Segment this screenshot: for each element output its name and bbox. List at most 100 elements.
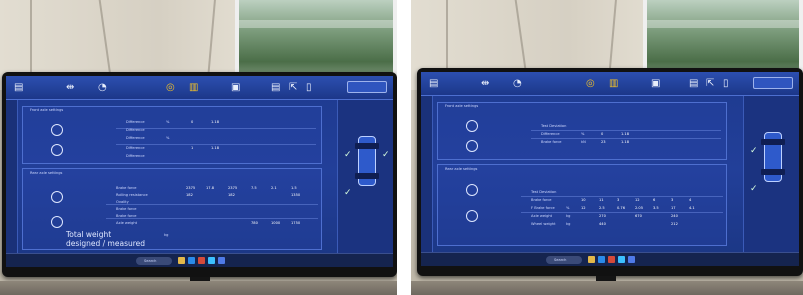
row-label: F Brake force <box>531 206 555 210</box>
table <box>0 281 397 295</box>
unit: % <box>166 120 170 124</box>
wheel-icon <box>51 124 63 136</box>
unit: kg <box>566 222 571 226</box>
roller-icon[interactable]: ▥ <box>609 78 618 90</box>
section-title: Front axle settings <box>30 108 64 112</box>
wheel-icon <box>466 210 478 222</box>
delete-icon[interactable]: ▯ <box>306 82 312 94</box>
app-icon[interactable] <box>218 257 225 264</box>
row-label: Brake force <box>116 186 137 190</box>
app-icon[interactable] <box>608 256 615 263</box>
axle-icon[interactable]: ⇹ <box>66 82 74 94</box>
taskbar: Search <box>421 252 799 266</box>
photo-left: ▤ ⇹ ◔ ◎ ▥ ▣ ▤ ⇱ ▯ Front axle settings Di… <box>0 0 397 295</box>
front-axle-panel <box>437 102 727 160</box>
export-icon[interactable]: ⇱ <box>706 78 714 90</box>
value: 1.18 <box>621 132 630 136</box>
brand-badge[interactable]: ▤ <box>429 78 438 90</box>
side-strip <box>6 100 18 253</box>
divider <box>531 130 721 131</box>
value: 1750 <box>291 221 301 225</box>
app-icon[interactable] <box>628 256 635 263</box>
edge-icon[interactable] <box>598 256 605 263</box>
report-icon[interactable]: ▤ <box>689 78 698 90</box>
value: 0 <box>601 132 604 136</box>
row-label: Difference <box>126 120 145 124</box>
edge-icon[interactable] <box>188 257 195 264</box>
value: 17 <box>671 206 676 210</box>
section-title: Rear axle settings <box>30 171 63 175</box>
value: 3 <box>671 198 674 202</box>
value: 1000 <box>271 221 281 225</box>
taskbar-search[interactable]: Search <box>546 256 582 264</box>
value: 4.1 <box>689 206 695 210</box>
wheel-icon <box>466 120 478 132</box>
printer-icon[interactable]: ▣ <box>651 78 660 90</box>
brake-test-icon[interactable]: ◎ <box>586 78 595 90</box>
divider <box>531 138 721 139</box>
value: 1 <box>191 146 194 150</box>
total-weight-label: Total weight designed / measured <box>66 230 146 248</box>
gauge-icon[interactable]: ◔ <box>513 78 522 90</box>
check-icon: ✓ <box>750 146 758 156</box>
gauge-icon[interactable]: ◔ <box>98 82 107 94</box>
value: 2375 <box>186 186 196 190</box>
store-icon[interactable] <box>618 256 625 263</box>
row-label: Brake force <box>116 207 137 211</box>
folder-icon[interactable] <box>178 257 185 264</box>
value: 11 <box>599 198 604 202</box>
divider <box>106 204 318 205</box>
value: 182 <box>186 193 193 197</box>
brand-logo <box>753 77 793 89</box>
divider <box>106 218 318 219</box>
value: 0 <box>191 120 194 124</box>
search-label: Search <box>144 259 157 263</box>
taskbar-search[interactable]: Search <box>136 257 172 265</box>
vehicle-panel: ✓ ✓ ✓ <box>337 100 393 253</box>
row-label: Brake force <box>531 198 552 202</box>
value: 2.1 <box>271 186 277 190</box>
value: 0.76 <box>617 206 626 210</box>
front-axle-panel <box>22 106 322 164</box>
brake-test-icon[interactable]: ◎ <box>166 82 175 94</box>
roller-icon[interactable]: ▥ <box>189 82 198 94</box>
section-title: Front axle settings <box>445 104 479 108</box>
report-icon[interactable]: ▤ <box>271 82 280 94</box>
value: 1.18 <box>211 146 220 150</box>
unit: kN <box>581 140 586 144</box>
value: 3.5 <box>653 206 659 210</box>
brand-badge[interactable]: ▤ <box>14 82 23 94</box>
wheel-icon <box>466 184 478 196</box>
value: 440 <box>599 222 606 226</box>
folder-icon[interactable] <box>588 256 595 263</box>
value: 6 <box>653 198 656 202</box>
value: 270 <box>599 214 606 218</box>
value: 7.5 <box>251 186 257 190</box>
printer-icon[interactable]: ▣ <box>231 82 240 94</box>
row-label: Axle weight <box>116 221 138 225</box>
row-label: Brake force <box>541 140 562 144</box>
row-label: Test Deviation <box>541 124 567 128</box>
photo-right: ▤ ⇹ ◔ ◎ ▥ ▣ ▤ ⇱ ▯ Front axle settings Te… <box>411 0 803 295</box>
axle-icon[interactable]: ⇹ <box>481 78 489 90</box>
row-label: Wheel weight <box>531 222 556 226</box>
unit: % <box>166 136 170 140</box>
divider <box>116 144 316 145</box>
delete-icon[interactable]: ▯ <box>723 78 729 90</box>
store-icon[interactable] <box>208 257 215 264</box>
screen: ▤ ⇹ ◔ ◎ ▥ ▣ ▤ ⇱ ▯ Front axle settings Te… <box>421 72 799 266</box>
vehicle-diagram <box>761 132 785 182</box>
value: 780 <box>251 221 258 225</box>
row-label: Difference <box>126 136 145 140</box>
value: 182 <box>228 193 235 197</box>
value: 2.05 <box>635 206 644 210</box>
app-icon[interactable] <box>198 257 205 264</box>
rear-axle-panel <box>437 164 727 246</box>
export-icon[interactable]: ⇱ <box>289 82 297 94</box>
vehicle-panel: ✓ ✓ <box>743 96 799 252</box>
row-label: Rolling resistance <box>116 193 148 197</box>
value: 670 <box>635 214 642 218</box>
row-label: Test Deviation <box>531 190 557 194</box>
vehicle-diagram <box>355 136 379 186</box>
divider <box>521 196 723 197</box>
